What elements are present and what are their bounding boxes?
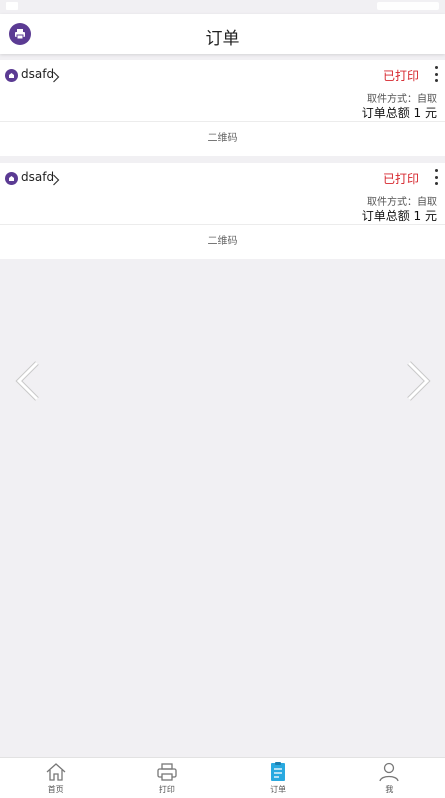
tab-label: 我 [385, 785, 394, 794]
chevron-left-icon[interactable] [15, 361, 41, 405]
more-vertical-icon[interactable] [433, 169, 439, 185]
tab-label: 打印 [158, 785, 175, 794]
status-bar-right [377, 2, 439, 10]
store-icon [5, 172, 18, 185]
chevron-right-icon[interactable] [405, 361, 431, 405]
qr-code-button[interactable]: 二维码 [0, 225, 445, 259]
order-status: 已打印 [382, 172, 419, 186]
tab-home[interactable]: 首页 [0, 758, 111, 798]
store-name[interactable]: dsafd [21, 67, 54, 81]
store-name[interactable]: dsafd [21, 170, 54, 184]
tab-orders[interactable]: 订单 [223, 758, 334, 798]
chevron-right-icon[interactable] [52, 171, 60, 190]
page-title: 订单 [205, 29, 240, 49]
chevron-right-icon[interactable] [52, 68, 60, 87]
tab-print[interactable]: 打印 [111, 758, 222, 798]
tab-me[interactable]: 我 [334, 758, 445, 798]
order-card[interactable]: dsafd 已打印 取件方式：自取 订单总额 1 元 二维码 [0, 163, 445, 259]
user-icon [379, 762, 400, 782]
tab-label: 首页 [47, 785, 64, 794]
store-icon [5, 69, 18, 82]
home-icon [46, 763, 66, 781]
qr-code-button[interactable]: 二维码 [0, 122, 445, 156]
order-total: 订单总额 1 元 [361, 209, 437, 223]
status-bar [0, 0, 445, 14]
order-status: 已打印 [382, 69, 419, 83]
printer-icon [157, 763, 177, 781]
pickup-method: 取件方式：自取 [367, 197, 437, 208]
app-header: 订单 [0, 14, 445, 54]
tab-label: 订单 [270, 785, 287, 794]
order-card[interactable]: dsafd 已打印 取件方式：自取 订单总额 1 元 二维码 [0, 60, 445, 156]
order-total: 订单总额 1 元 [361, 106, 437, 120]
bottom-tab-bar: 首页 打印 订单 我 [0, 757, 445, 798]
pickup-method: 取件方式：自取 [367, 94, 437, 105]
order-icon [271, 762, 286, 781]
more-vertical-icon[interactable] [433, 66, 439, 82]
status-bar-left [6, 2, 18, 10]
